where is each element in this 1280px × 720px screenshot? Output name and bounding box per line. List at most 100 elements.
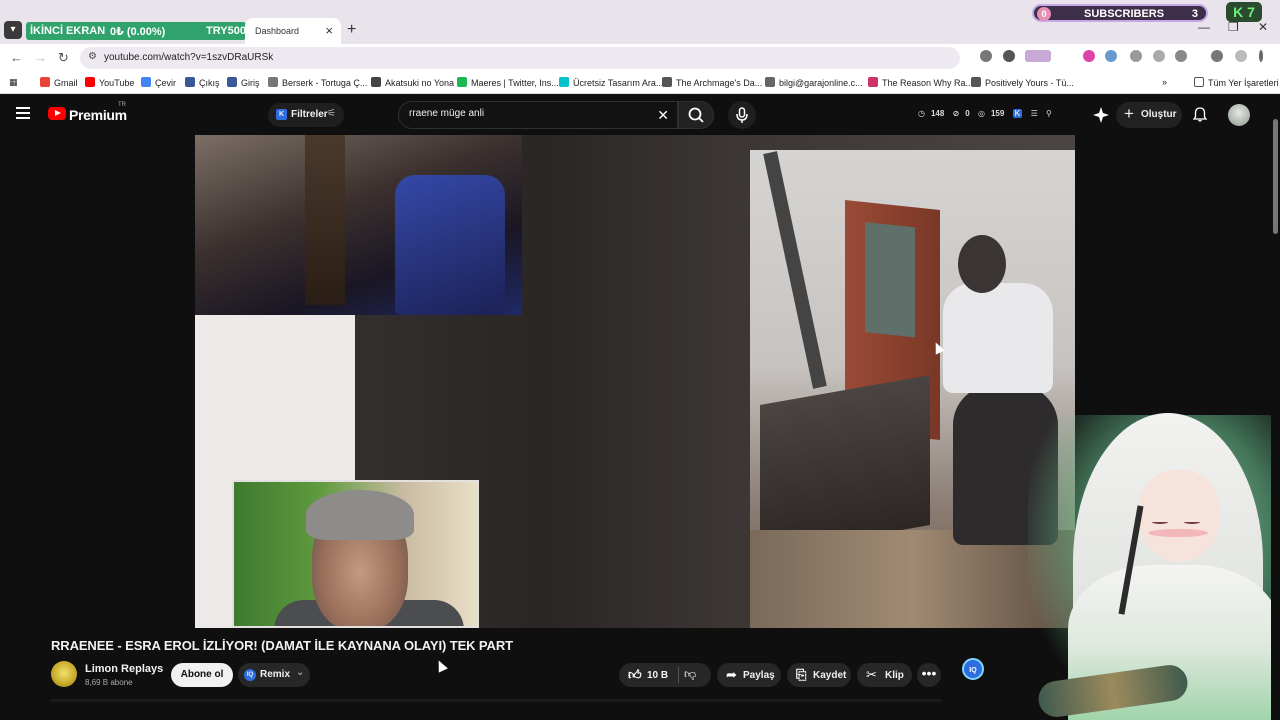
- translate-icon: [141, 77, 151, 87]
- extension-badge-icon[interactable]: [1025, 50, 1051, 62]
- bookmark-gmail[interactable]: Gmail: [40, 77, 78, 88]
- page-scrollbar[interactable]: [1271, 95, 1280, 720]
- channel-avatar[interactable]: [51, 661, 77, 687]
- search-input[interactable]: [409, 108, 649, 119]
- webcam-clip: [195, 135, 522, 315]
- cast-icon[interactable]: [980, 50, 992, 62]
- bookmark-akatsuki[interactable]: Akatsuki no Yona: [371, 77, 454, 88]
- bookmark-garajonline[interactable]: bilgi@garajonline.c...: [765, 77, 863, 88]
- search-button[interactable]: [678, 101, 714, 129]
- bookmark-giris[interactable]: Giriş: [227, 77, 260, 88]
- url-field[interactable]: ⚙ youtube.com/watch?v=1szvDRaURSk: [80, 47, 960, 69]
- stream-overlay-bar: İKİNCİ EKRAN 0₺ (0.00%) TRY5000: [26, 22, 252, 40]
- bookmark-positively-yours[interactable]: Positively Yours - Tü...: [971, 77, 1074, 88]
- share-button[interactable]: ➦ Paylaş: [717, 663, 781, 687]
- site-info-icon[interactable]: ⚙: [88, 51, 97, 62]
- bookmark-label: Çevir: [155, 78, 177, 88]
- list-icon[interactable]: ☰: [1031, 109, 1038, 118]
- all-bookmarks-label: Tüm Yer İşaretleri: [1208, 78, 1279, 88]
- save-button[interactable]: ⎘ Kaydet: [787, 663, 851, 687]
- pin-icon[interactable]: ⚲: [1046, 109, 1052, 118]
- back-icon[interactable]: ←: [10, 50, 23, 65]
- minimize-icon[interactable]: —: [1198, 20, 1210, 34]
- youtube-premium-logo[interactable]: Premium TR: [48, 102, 128, 124]
- globe-icon: [268, 77, 278, 87]
- close-tab-icon[interactable]: ×: [325, 23, 333, 38]
- bookmark-icon: [371, 77, 381, 87]
- extension-icon[interactable]: [1130, 50, 1142, 62]
- save-label: Kaydet: [813, 670, 847, 681]
- bookmark-label: Giriş: [241, 78, 260, 88]
- bookmark-icon: [227, 77, 237, 87]
- profile-icon[interactable]: [1235, 50, 1247, 62]
- more-actions-button[interactable]: •••: [917, 663, 941, 687]
- microphone-icon: [736, 107, 748, 123]
- like-divider: [678, 667, 679, 683]
- extension-k-icon: K: [276, 109, 287, 120]
- hair-image: [306, 490, 414, 540]
- scrollbar-thumb[interactable]: [1273, 119, 1278, 234]
- tab-dashboard[interactable]: Dashboard ×: [245, 18, 341, 44]
- bookmark-youtube[interactable]: YouTube: [85, 77, 134, 88]
- remix-button[interactable]: IQ Remix ⌄: [238, 663, 310, 687]
- create-button[interactable]: + Oluştur: [1116, 102, 1182, 128]
- bookmark-cevir[interactable]: Çevir: [141, 77, 176, 88]
- apps-icon[interactable]: ▦: [9, 77, 18, 88]
- k-icon[interactable]: K: [1012, 109, 1023, 118]
- menu-icon[interactable]: [16, 107, 30, 119]
- menu-kebab-icon[interactable]: [1259, 50, 1263, 62]
- bookmark-label: YouTube: [99, 78, 135, 88]
- voice-search-button[interactable]: [728, 101, 756, 129]
- search-box: ✕: [398, 101, 678, 129]
- eye-icon: ◎: [977, 109, 985, 118]
- bookmark-canva[interactable]: Ücretsiz Tasarım Ara...: [559, 77, 663, 88]
- all-bookmarks[interactable]: Tüm Yer İşaretleri: [1194, 77, 1279, 88]
- tv-guest-clip: [232, 480, 479, 628]
- subscribers-count: 3: [1191, 8, 1198, 20]
- channel-name[interactable]: Limon Replays: [85, 663, 163, 675]
- youtube-header: Premium TR K Filtreler ⚟ ✕ ◷ 148 ⊘ 0 ◎ 159 …: [0, 95, 1280, 135]
- bookmark-icon: [185, 77, 195, 87]
- avatar-face: [1138, 470, 1220, 562]
- subscribe-button[interactable]: Abone ol: [171, 663, 233, 687]
- extension-icon[interactable]: [1105, 50, 1117, 62]
- restore-icon[interactable]: ❐: [1228, 20, 1239, 34]
- create-label: Oluştur: [1141, 109, 1177, 120]
- reading-list-icon[interactable]: [1211, 50, 1223, 62]
- reload-icon[interactable]: ↻: [58, 50, 69, 66]
- bookmark-berserk[interactable]: Berserk - Tortuga Ç...: [268, 77, 367, 88]
- bookmark-icon: [971, 77, 981, 87]
- bookmark-label: Gmail: [54, 78, 78, 88]
- eye-off-icon[interactable]: [1003, 50, 1015, 62]
- account-avatar[interactable]: [1228, 104, 1250, 126]
- overlay-label: İKİNCİ EKRAN: [30, 25, 106, 37]
- thumbs-up-icon: 👍︎: [628, 667, 642, 682]
- close-window-icon[interactable]: ✕: [1258, 20, 1268, 34]
- like-button[interactable]: 👍︎ 10 B: [619, 663, 711, 687]
- tab-search-button[interactable]: ▾: [4, 21, 22, 39]
- description-box-edge: [51, 699, 941, 702]
- gemini-icon[interactable]: [1093, 107, 1109, 123]
- share-label: Paylaş: [743, 670, 775, 681]
- clip-button[interactable]: ✂ Klip: [857, 663, 912, 687]
- puzzle-icon[interactable]: [1175, 50, 1187, 62]
- extension-icon[interactable]: [1153, 50, 1165, 62]
- bookmark-icon: [662, 77, 672, 87]
- bookmark-maeres[interactable]: Maeres | Twitter, Ins...: [457, 77, 559, 88]
- extension-icon[interactable]: [1083, 50, 1095, 62]
- filters-button[interactable]: K Filtreler ⚟: [268, 103, 344, 127]
- logo-region: TR: [118, 102, 126, 108]
- clear-search-icon[interactable]: ✕: [657, 107, 669, 124]
- bookmark-archmage[interactable]: The Archmage's Da...: [662, 77, 762, 88]
- block-icon: ⊘: [952, 109, 960, 118]
- bookmark-reason-why[interactable]: The Reason Why Ra...: [868, 77, 973, 88]
- forward-icon[interactable]: →: [34, 50, 47, 65]
- bookmark-icon: [457, 77, 467, 87]
- thumbs-down-icon[interactable]: 👎︎: [684, 667, 696, 682]
- bookmarks-bar: ▦ Gmail YouTube Çevir Çıkış Giriş Berser…: [0, 72, 1280, 94]
- notifications-bell-icon[interactable]: [1193, 107, 1207, 122]
- bookmarks-more-button[interactable]: »: [1162, 77, 1167, 87]
- new-tab-button[interactable]: +: [347, 21, 356, 39]
- bookmark-cikis[interactable]: Çıkış: [185, 77, 220, 88]
- clip-label: Klip: [885, 670, 904, 681]
